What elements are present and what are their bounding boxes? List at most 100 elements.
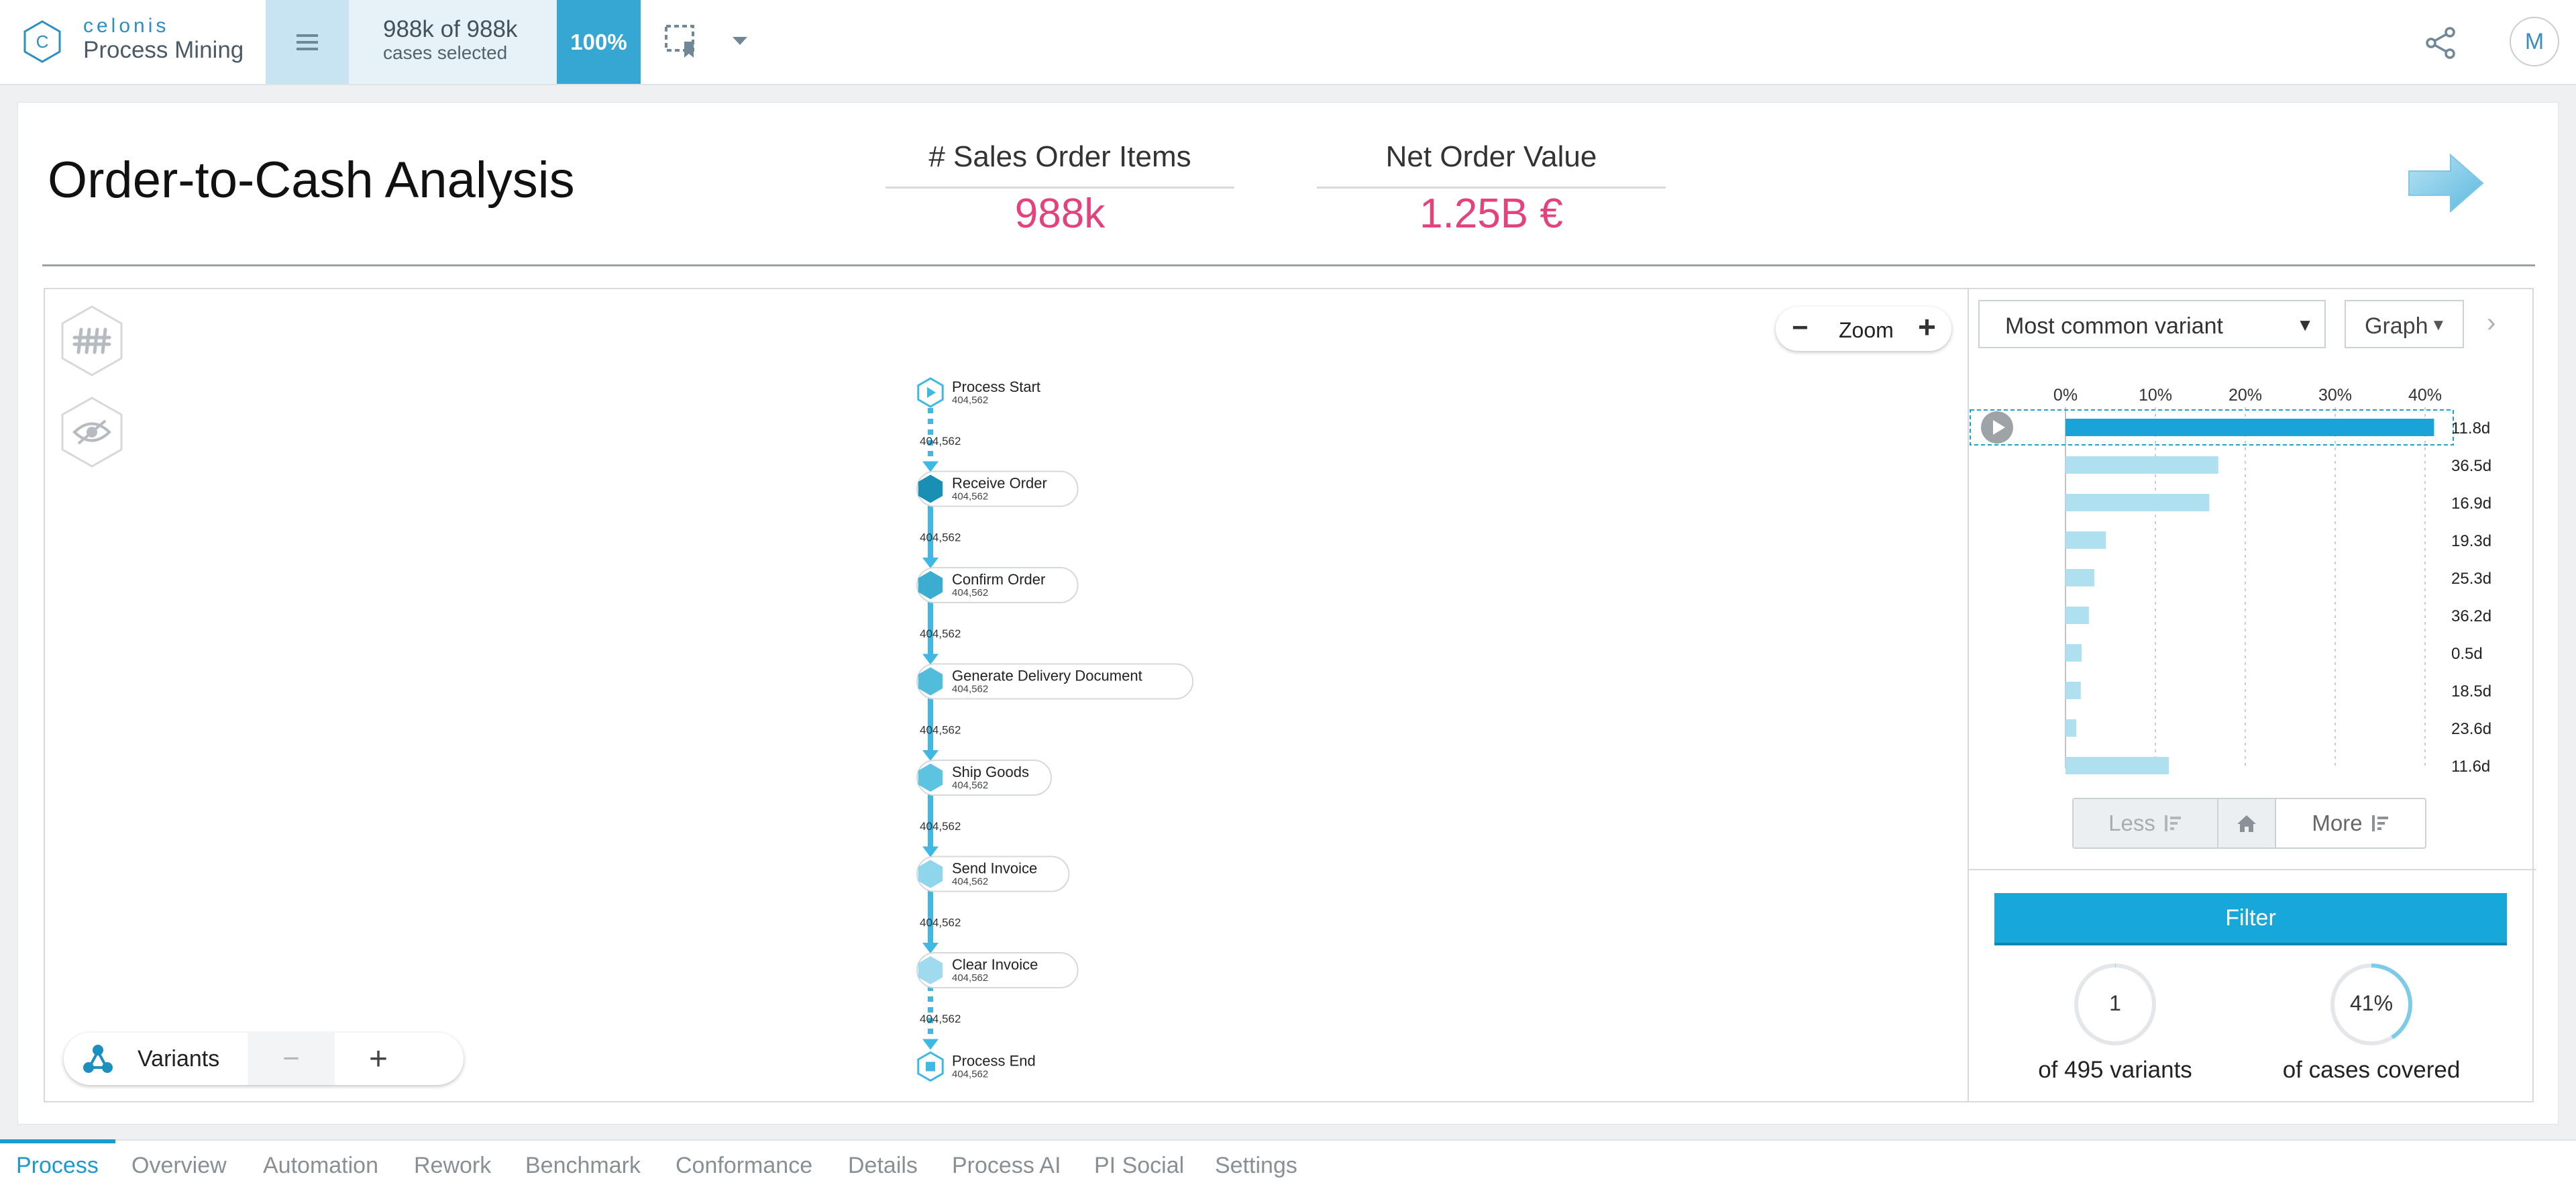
process-node[interactable]: Clear Invoice404,562 (916, 952, 1079, 988)
tab-process-ai[interactable]: Process AI (952, 1153, 1061, 1179)
kpi-value: 1.25B € (1419, 191, 1563, 237)
filter-button[interactable]: Filter (1994, 893, 2507, 945)
celonis-logo-icon[interactable]: C (20, 19, 64, 64)
tab-settings[interactable]: Settings (1215, 1153, 1297, 1179)
variants-label: Variants (138, 1046, 220, 1072)
home-icon (2237, 815, 2256, 832)
brand-name: celonis (83, 15, 170, 37)
less-label: Less (2108, 811, 2155, 835)
node-count-label: 404,562 (952, 491, 988, 503)
tab-pi-social[interactable]: PI Social (1094, 1153, 1184, 1179)
active-tab-indicator (0, 1139, 115, 1143)
variant-bar[interactable] (2065, 757, 2169, 774)
edge-arrowhead (922, 558, 938, 568)
edge-count-label: 404,562 (920, 916, 961, 929)
more-variants-button[interactable]: More (2276, 799, 2425, 847)
process-node[interactable]: Confirm Order404,562 (916, 567, 1079, 603)
kpi-sales-order-items: # Sales Order Items 988k (885, 140, 1234, 238)
node-name-label: Send Invoice (952, 860, 1037, 877)
variant-mode-select[interactable]: Most common variant ▼ (1978, 300, 2326, 348)
zoom-out-button[interactable]: − (1792, 313, 1809, 342)
menu-button[interactable] (266, 0, 349, 84)
less-variants-button[interactable]: Less (2074, 799, 2218, 847)
variant-bar[interactable] (2065, 456, 2218, 474)
variant-bar[interactable] (2065, 644, 2082, 662)
process-node[interactable]: Process Start404,562 (917, 377, 1040, 408)
edge-arrowhead (922, 846, 938, 858)
view-mode-select[interactable]: Graph ▼ (2345, 300, 2464, 348)
tab-rework[interactable]: Rework (414, 1153, 491, 1179)
kpi-value: 988k (1014, 191, 1106, 237)
process-node[interactable]: Process End404,562 (917, 1051, 1036, 1082)
variants-count-value: 1 (2109, 991, 2121, 1015)
node-name-label: Clear Invoice (952, 956, 1038, 973)
share-icon[interactable] (2423, 25, 2458, 60)
chevron-down-icon: ▼ (2430, 316, 2447, 334)
dropdown-arrow-icon: ▼ (2296, 315, 2314, 335)
tab-process[interactable]: Process (16, 1153, 99, 1179)
tab-details[interactable]: Details (848, 1153, 918, 1179)
product-name: Process Mining (83, 37, 244, 63)
variant-bar[interactable] (2065, 494, 2210, 511)
process-node[interactable]: Send Invoice404,562 (916, 856, 1070, 892)
variants-decrease-button[interactable]: − (248, 1033, 335, 1085)
tab-conformance[interactable]: Conformance (676, 1153, 812, 1179)
edge-arrowhead (922, 654, 938, 665)
more-label: More (2312, 811, 2363, 835)
variant-duration-label: 0.5d (2451, 645, 2483, 663)
variant-duration-label: 16.9d (2451, 495, 2491, 513)
node-name-label: Confirm Order (952, 571, 1045, 588)
user-avatar[interactable]: M (2510, 17, 2559, 66)
variants-increase-button[interactable]: + (335, 1033, 422, 1085)
edge-count-label: 404,562 (920, 820, 961, 833)
node-name-label: Generate Delivery Document (952, 668, 1142, 684)
variant-bar[interactable] (2065, 682, 2081, 699)
home-variants-button[interactable] (2218, 799, 2276, 847)
svg-text:C: C (36, 32, 49, 52)
variant-paging-control: Less More (2072, 798, 2426, 849)
analysis-tabs: Process Overview Automation Rework Bench… (0, 1139, 2576, 1191)
variant-duration-label: 36.5d (2451, 457, 2491, 475)
visibility-toggle-icon[interactable] (58, 395, 125, 469)
process-explorer: − Zoom + Variants − + 404,562 404,562 404,… (44, 288, 2536, 1102)
chevron-down-icon[interactable] (731, 35, 749, 47)
sort-descending-icon (2164, 815, 2181, 831)
case-selection-summary[interactable]: 988k of 988k cases selected (349, 0, 557, 84)
process-node[interactable]: Receive Order404,562 (916, 470, 1079, 507)
activity-count-toggle-icon[interactable] (58, 304, 125, 378)
zoom-in-button[interactable]: + (1918, 311, 1936, 342)
selection-bookmark-icon[interactable] (664, 24, 699, 59)
variant-bar[interactable] (2065, 419, 2434, 436)
variants-control: Variants − + (64, 1033, 464, 1085)
variant-bar[interactable] (2065, 719, 2077, 737)
chevron-right-icon[interactable]: › (2487, 308, 2496, 338)
variant-bar[interactable] (2065, 607, 2089, 624)
x-tick-label: 20% (2229, 386, 2262, 405)
selected-cases-count: 988k of 988k (383, 16, 518, 42)
node-count-label: 404,562 (952, 587, 988, 599)
node-name-label: Process End (952, 1053, 1036, 1070)
edge-count-label: 404,562 (920, 627, 961, 640)
variant-bar-chart: 0% 10% 20% 30% 40% 11.8d 36.5d 16.9d 19.3d 25.3d 3… (1970, 386, 2491, 776)
sort-descending-icon (2371, 815, 2388, 831)
next-sheet-arrow-icon[interactable] (2406, 151, 2487, 215)
selected-cases-label: cases selected (383, 42, 508, 63)
node-name-label: Ship Goods (952, 764, 1029, 780)
panel-divider (1969, 869, 2536, 870)
top-bar: C celonis Process Mining 988k of 988k ca… (0, 0, 2576, 85)
process-node[interactable]: Ship Goods404,562 (916, 760, 1052, 796)
tab-benchmark[interactable]: Benchmark (525, 1153, 641, 1179)
edge-arrowhead (922, 1039, 938, 1050)
tab-automation[interactable]: Automation (263, 1153, 378, 1179)
variant-mode-value: Most common variant (2005, 313, 2223, 339)
tab-overview[interactable]: Overview (131, 1153, 227, 1179)
cases-covered-label: of cases covered (2282, 1057, 2461, 1083)
selection-percent-badge[interactable]: 100% (557, 0, 641, 84)
node-count-label: 404,562 (952, 684, 988, 695)
zoom-label: Zoom (1839, 318, 1894, 342)
process-node[interactable]: Generate Delivery Document404,562 (916, 663, 1194, 700)
edge-count-label: 404,562 (920, 435, 961, 448)
variant-bar[interactable] (2065, 531, 2106, 549)
node-count-label: 404,562 (952, 780, 988, 791)
variant-bar[interactable] (2065, 569, 2094, 586)
